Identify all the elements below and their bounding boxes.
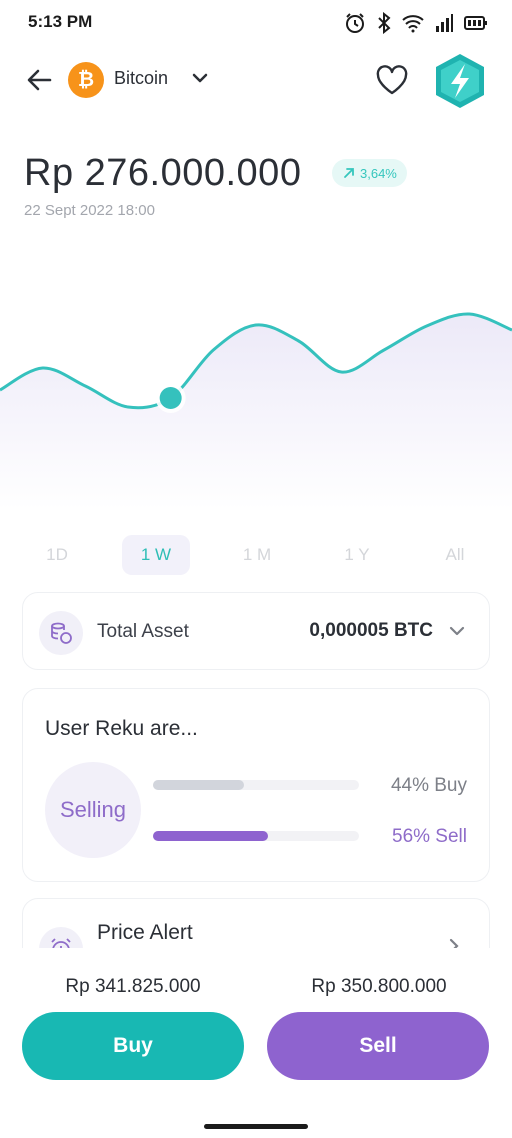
total-asset-card[interactable]: Total Asset 0,000005 BTC: [22, 592, 490, 670]
battery-icon: [464, 16, 487, 30]
heart-icon[interactable]: [374, 62, 410, 98]
app-header: ₿ Bitcoin: [0, 52, 512, 112]
status-bar: 5:13 PM: [0, 0, 512, 48]
price-alert-title: Price Alert: [97, 921, 193, 944]
buy-price: Rp 341.825.000: [65, 976, 201, 997]
chart-selected-point[interactable]: [159, 387, 182, 409]
back-arrow-icon[interactable]: [24, 64, 56, 96]
sell-ratio-bar: [153, 831, 359, 841]
bitcoin-logo-icon: ₿: [68, 62, 104, 98]
time-range-tabs: 1D 1 W 1 M 1 Y All: [22, 535, 490, 575]
coins-icon: [39, 611, 83, 655]
range-tab-1d[interactable]: 1D: [22, 535, 92, 575]
sell-price: Rp 350.800.000: [311, 976, 447, 997]
chevron-down-icon[interactable]: [445, 619, 469, 643]
range-tab-all[interactable]: All: [420, 535, 490, 575]
buy-percentage: 44% Buy: [390, 775, 467, 796]
price-date: 22 Sept 2022 18:00: [24, 202, 155, 219]
change-badge: 3,64%: [332, 159, 407, 187]
buy-ratio-fill: [153, 780, 244, 790]
signal-icon: [436, 14, 453, 32]
sell-ratio-fill: [153, 831, 269, 841]
home-indicator[interactable]: [204, 1124, 308, 1129]
total-asset-label: Total Asset: [97, 621, 189, 642]
total-asset-value: 0,000005 BTC: [309, 620, 433, 641]
arrow-up-right-icon: [344, 168, 354, 178]
range-tab-1m[interactable]: 1 M: [222, 535, 292, 575]
status-icons: [344, 12, 488, 34]
range-tab-1y[interactable]: 1 Y: [322, 535, 392, 575]
lightning-avatar-icon[interactable]: [432, 52, 488, 110]
sentiment-status: Selling: [45, 762, 141, 858]
chevron-down-icon[interactable]: [188, 66, 212, 90]
alarm-icon: [346, 13, 364, 33]
wifi-icon: [402, 15, 424, 33]
sell-button[interactable]: Sell: [267, 1012, 489, 1080]
chart-area-fill: [0, 313, 512, 510]
change-percent: 3,64%: [360, 165, 397, 181]
user-sentiment-card: User Reku are... Selling 44% Buy 56% Sel…: [22, 688, 490, 882]
sentiment-title: User Reku are...: [45, 717, 198, 740]
status-time: 5:13 PM: [28, 12, 93, 31]
price-chart[interactable]: [0, 230, 512, 510]
price-value: Rp 276.000.000: [24, 152, 302, 194]
trade-action-panel: Rp 341.825.000 Rp 350.800.000 Buy Sell: [0, 948, 512, 1138]
range-tab-1w[interactable]: 1 W: [122, 535, 190, 575]
bluetooth-icon: [378, 12, 391, 34]
sell-percentage: 56% Sell: [392, 826, 467, 847]
coin-name[interactable]: Bitcoin: [114, 68, 168, 89]
buy-button[interactable]: Buy: [22, 1012, 244, 1080]
buy-ratio-bar: [153, 780, 359, 790]
